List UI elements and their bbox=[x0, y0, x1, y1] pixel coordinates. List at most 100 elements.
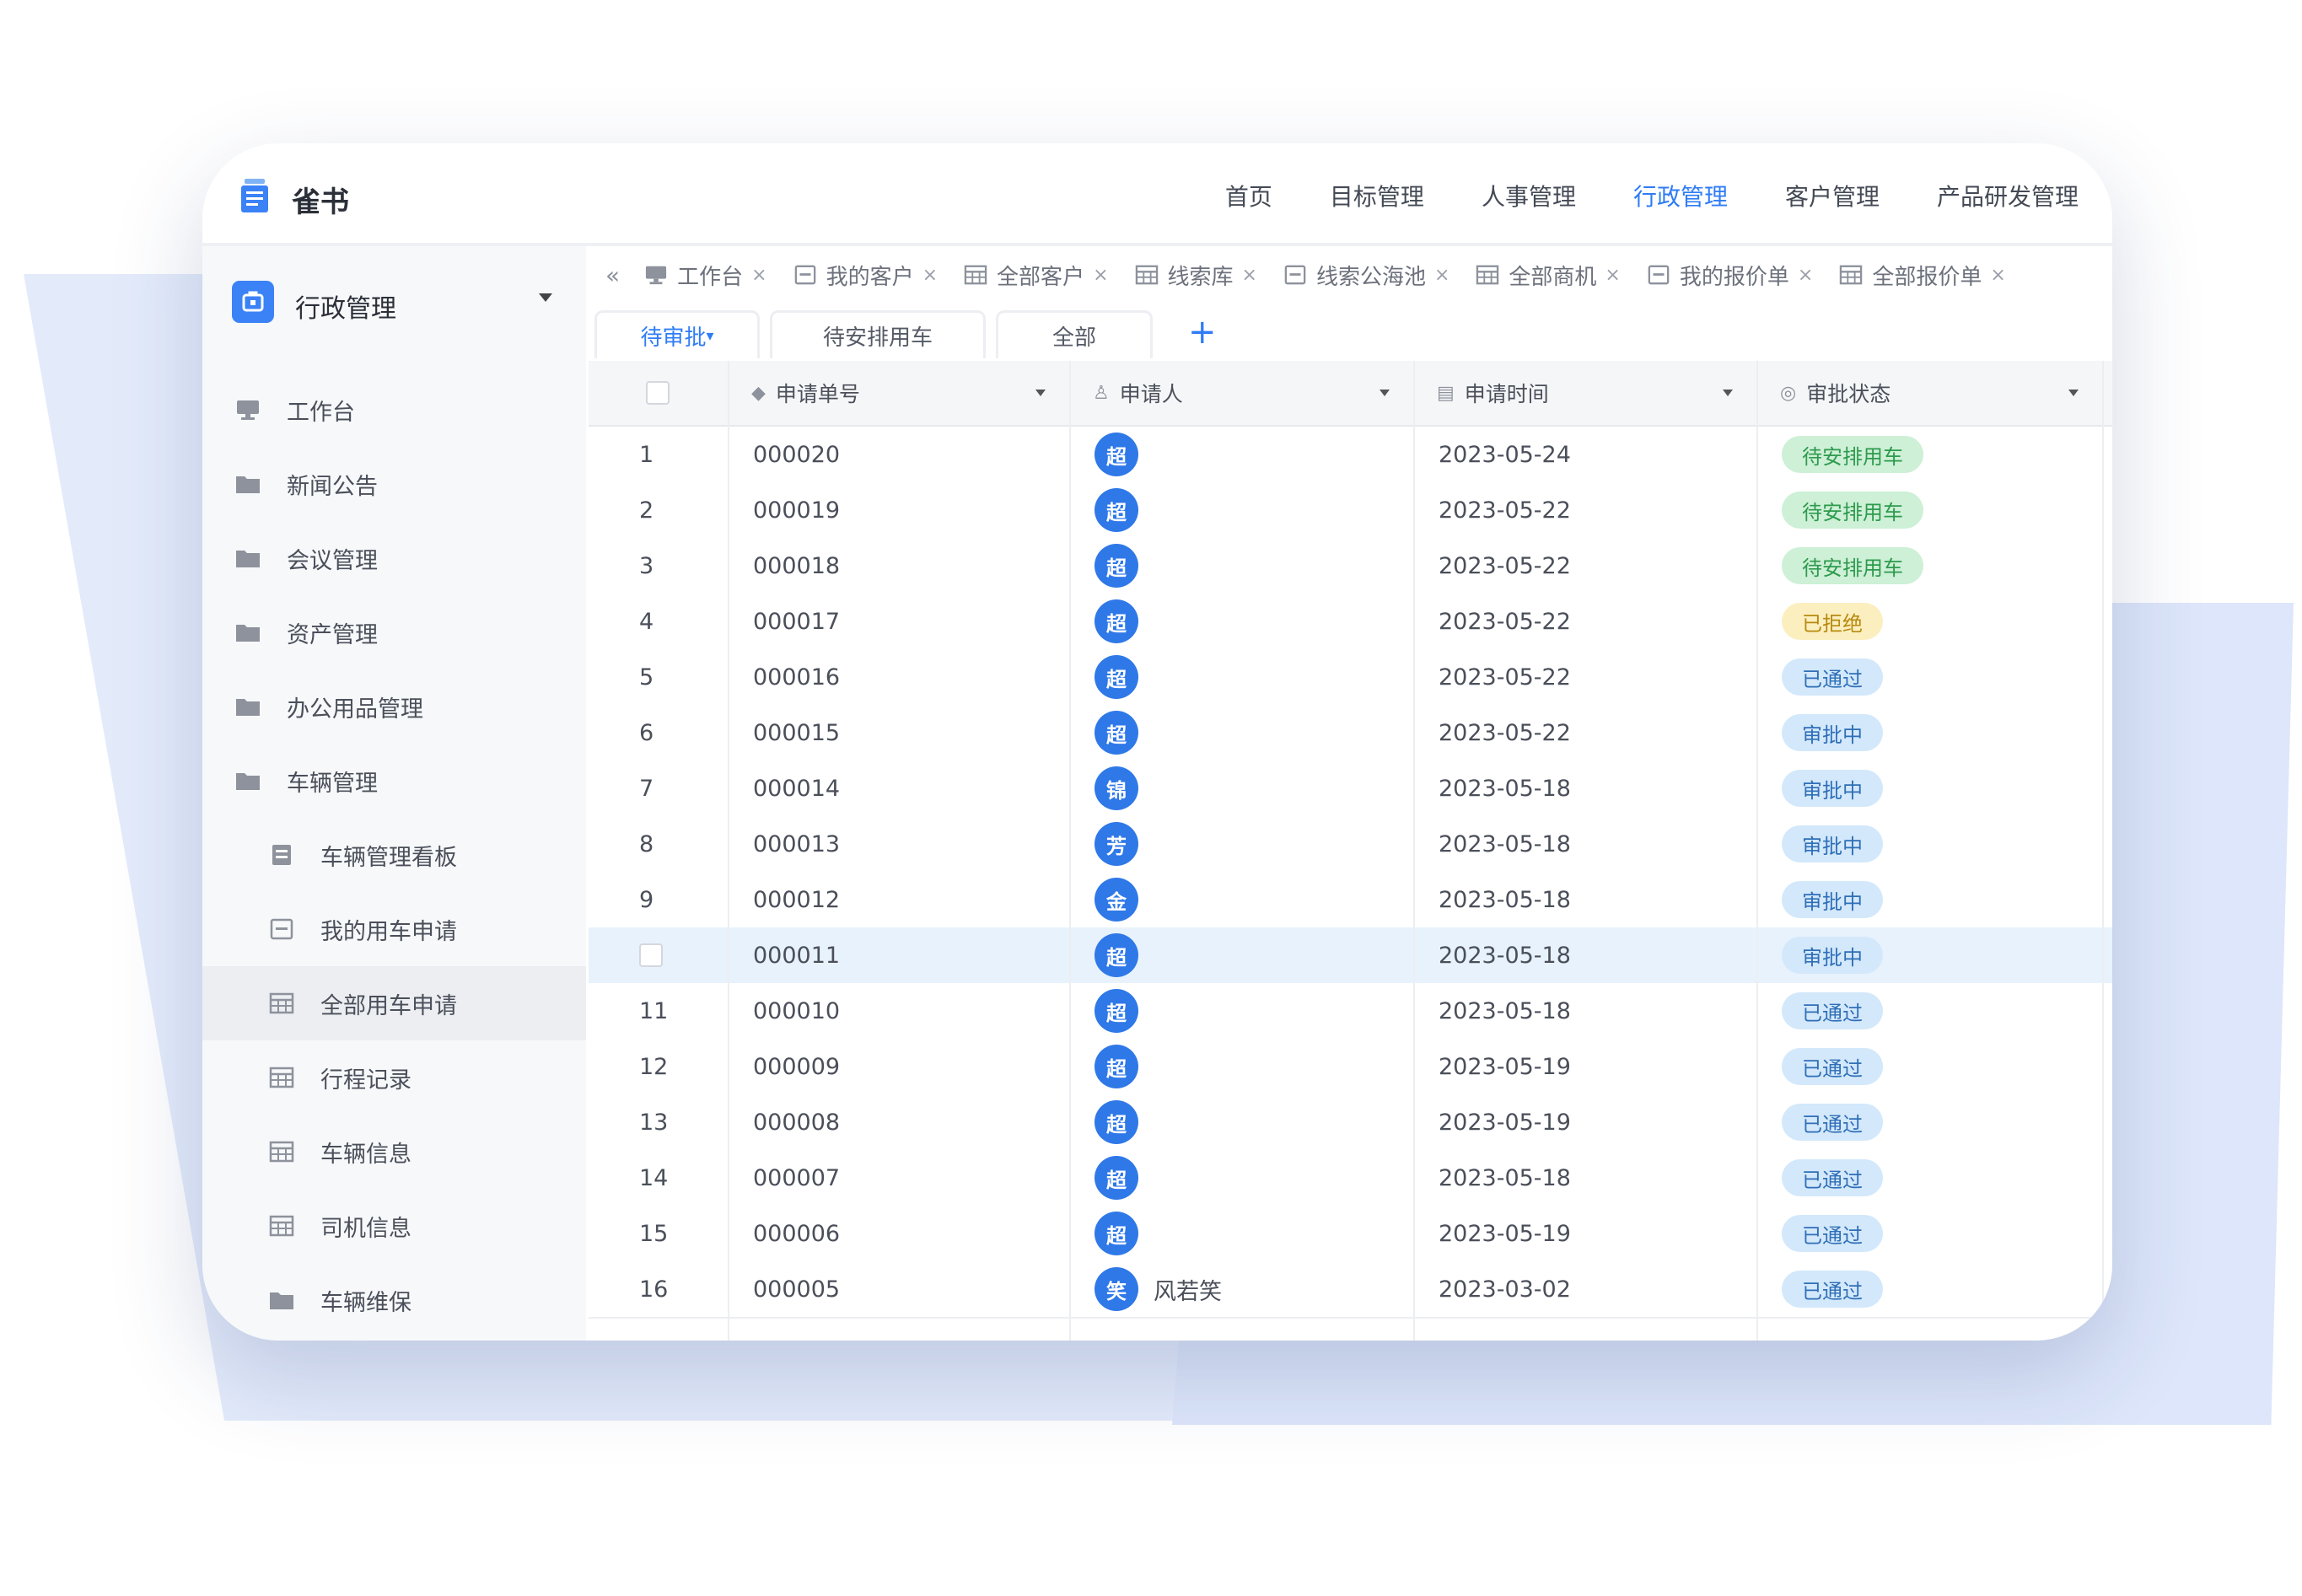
close-icon[interactable]: × bbox=[922, 265, 938, 286]
sidebar-item-1[interactable]: 新闻公告 bbox=[202, 447, 586, 521]
sidebar-item-label: 司机信息 bbox=[320, 1215, 411, 1242]
close-icon[interactable]: × bbox=[1605, 265, 1620, 286]
sidebar-item-0[interactable]: 工作台 bbox=[202, 373, 586, 447]
tab-label: 全部报价单 bbox=[1872, 264, 1982, 290]
request-id: 000007 bbox=[753, 1164, 841, 1191]
sidebar-item-2[interactable]: 会议管理 bbox=[202, 521, 586, 595]
sidebar-item-3[interactable]: 资产管理 bbox=[202, 595, 586, 669]
table-row[interactable]: 9 000012 金 2023-05-18 审批中 bbox=[589, 872, 2112, 929]
request-id: 000010 bbox=[753, 997, 841, 1024]
open-tab-1[interactable]: 我的客户 × bbox=[793, 260, 938, 291]
tab-label: 全部客户 bbox=[997, 264, 1085, 290]
nav-item-4[interactable]: 客户管理 bbox=[1785, 179, 1880, 212]
select-all-checkbox[interactable] bbox=[646, 361, 670, 425]
open-tab-0[interactable]: 工作台 × bbox=[643, 260, 767, 291]
table-row[interactable]: 8 000013 芳 2023-05-18 审批中 bbox=[589, 816, 2112, 873]
request-id: 000011 bbox=[753, 942, 841, 969]
nav-item-0[interactable]: 首页 bbox=[1225, 179, 1272, 212]
table-row[interactable]: 4 000017 超 2023-05-22 已拒绝 bbox=[589, 594, 2112, 651]
tab-label: 我的客户 bbox=[826, 264, 914, 290]
nav-item-1[interactable]: 目标管理 bbox=[1330, 179, 1424, 212]
chevron-down-icon[interactable] bbox=[1723, 390, 1733, 396]
open-tab-7[interactable]: 全部报价单 × bbox=[1838, 260, 2006, 291]
calendar-icon: ▤ bbox=[1437, 382, 1455, 404]
row-number: 8 bbox=[639, 816, 653, 872]
table-row[interactable]: 16 000005 笑风若笑 2023-03-02 已通过 bbox=[589, 1261, 2112, 1319]
view-tab-label: 待安排用车 bbox=[822, 325, 933, 351]
table-row[interactable]: 15 000006 超 2023-05-19 已通过 bbox=[589, 1206, 2112, 1263]
chevron-down-icon[interactable] bbox=[2068, 390, 2079, 396]
open-tab-5[interactable]: 全部商机 × bbox=[1475, 260, 1621, 291]
applicant-name: 风若笑 bbox=[1154, 1278, 1222, 1305]
sidebar-item-8[interactable]: 全部用车申请 bbox=[202, 966, 586, 1040]
view-tab-0[interactable]: 待审批 ▾ bbox=[594, 310, 760, 358]
table-row[interactable]: 2 000019 超 2023-05-22 待安排用车 bbox=[589, 482, 2112, 540]
folder-icon bbox=[236, 699, 260, 716]
request-id: 000014 bbox=[753, 775, 841, 802]
table-header: ◆ 申请单号 ♙ 申请人 ▤ 申请时间 ◎ 审批状态 bbox=[589, 361, 2112, 427]
close-icon[interactable]: × bbox=[1434, 265, 1450, 286]
request-id: 000013 bbox=[753, 830, 841, 857]
open-tab-2[interactable]: 全部客户 × bbox=[963, 260, 1109, 291]
sidebar-item-5[interactable]: 车辆管理 bbox=[202, 744, 586, 818]
sidebar-item-11[interactable]: 司机信息 bbox=[202, 1189, 586, 1263]
table-row[interactable]: 1 000020 超 2023-05-24 待安排用车 bbox=[589, 427, 2112, 484]
sidebar-item-9[interactable]: 行程记录 bbox=[202, 1040, 586, 1115]
table-row[interactable]: 12 000009 超 2023-05-19 已通过 bbox=[589, 1039, 2112, 1096]
column-divider bbox=[1069, 361, 1071, 1341]
sidebar-item-12[interactable]: 车辆维保 bbox=[202, 1263, 586, 1337]
open-tab-3[interactable]: 线索库 × bbox=[1134, 260, 1257, 291]
table-row[interactable]: 13 000008 超 2023-05-19 已通过 bbox=[589, 1094, 2112, 1152]
sidebar-item-label: 办公用品管理 bbox=[287, 696, 423, 723]
view-tab-1[interactable]: 待安排用车 bbox=[770, 310, 986, 358]
table-row[interactable]: 7 000014 锦 2023-05-18 审批中 bbox=[589, 760, 2112, 818]
status-badge: 待安排用车 bbox=[1782, 492, 1923, 529]
column-header-0[interactable]: ◆ 申请单号 bbox=[751, 361, 860, 425]
nav-item-2[interactable]: 人事管理 bbox=[1482, 179, 1576, 212]
folder-icon bbox=[236, 476, 260, 493]
folder-open-icon bbox=[236, 773, 260, 790]
request-id: 000006 bbox=[753, 1220, 841, 1247]
avatar: 超 bbox=[1095, 433, 1138, 476]
close-icon[interactable]: × bbox=[1798, 265, 1813, 286]
table-row[interactable]: 14 000007 超 2023-05-18 已通过 bbox=[589, 1150, 2112, 1207]
table-row[interactable]: 3 000018 超 2023-05-22 待安排用车 bbox=[589, 538, 2112, 595]
sidebar-module-switcher[interactable]: 行政管理 bbox=[232, 277, 569, 327]
approval-status: 审批中 bbox=[1782, 927, 1883, 983]
add-view-button[interactable]: + bbox=[1188, 313, 1217, 352]
close-icon[interactable]: × bbox=[751, 265, 766, 286]
view-tab-2[interactable]: 全部 bbox=[996, 310, 1153, 358]
table-row[interactable]: 000011 超 2023-05-18 审批中 bbox=[589, 927, 2112, 985]
column-header-3[interactable]: ◎ 审批状态 bbox=[1780, 361, 1891, 425]
nav-item-5[interactable]: 产品研发管理 bbox=[1937, 179, 2079, 212]
sidebar-item-10[interactable]: 车辆信息 bbox=[202, 1115, 586, 1189]
column-header-label: 申请时间 bbox=[1464, 382, 1549, 406]
tab-label: 我的报价单 bbox=[1679, 264, 1789, 290]
open-tab-6[interactable]: 我的报价单 × bbox=[1646, 260, 1813, 291]
column-header-2[interactable]: ▤ 申请时间 bbox=[1437, 361, 1549, 425]
chevron-down-icon: ▾ bbox=[706, 326, 714, 345]
chevron-down-icon[interactable] bbox=[1380, 390, 1390, 396]
sidebar-item-4[interactable]: 办公用品管理 bbox=[202, 669, 586, 744]
table-row[interactable]: 5 000016 超 2023-05-22 已通过 bbox=[589, 649, 2112, 707]
sidebar-item-label: 行程记录 bbox=[320, 1067, 411, 1094]
close-icon[interactable]: × bbox=[1242, 265, 1257, 286]
applicant: 超 bbox=[1095, 427, 1138, 482]
column-header-1[interactable]: ♙ 申请人 bbox=[1093, 361, 1183, 425]
close-icon[interactable]: × bbox=[1990, 265, 2005, 286]
nav-item-3[interactable]: 行政管理 bbox=[1633, 179, 1728, 212]
table-row[interactable]: 6 000015 超 2023-05-22 审批中 bbox=[589, 705, 2112, 762]
open-tab-4[interactable]: 线索公海池 × bbox=[1283, 260, 1450, 291]
row-number: 7 bbox=[639, 760, 653, 816]
collapse-sidebar-icon[interactable]: « bbox=[605, 261, 620, 289]
close-icon[interactable]: × bbox=[1093, 265, 1108, 286]
applicant: 超 bbox=[1095, 1039, 1138, 1094]
applicant: 超 bbox=[1095, 983, 1138, 1039]
chevron-down-icon[interactable] bbox=[1035, 390, 1046, 396]
table-row[interactable]: 11 000010 超 2023-05-18 已通过 bbox=[589, 983, 2112, 1040]
request-date: 2023-05-19 bbox=[1439, 1109, 1571, 1136]
row-checkbox[interactable] bbox=[639, 943, 663, 967]
sidebar-item-6[interactable]: 车辆管理看板 bbox=[202, 818, 586, 892]
sidebar-item-7[interactable]: 我的用车申请 bbox=[202, 892, 586, 966]
view-tab-label: 全部 bbox=[1051, 325, 1096, 351]
